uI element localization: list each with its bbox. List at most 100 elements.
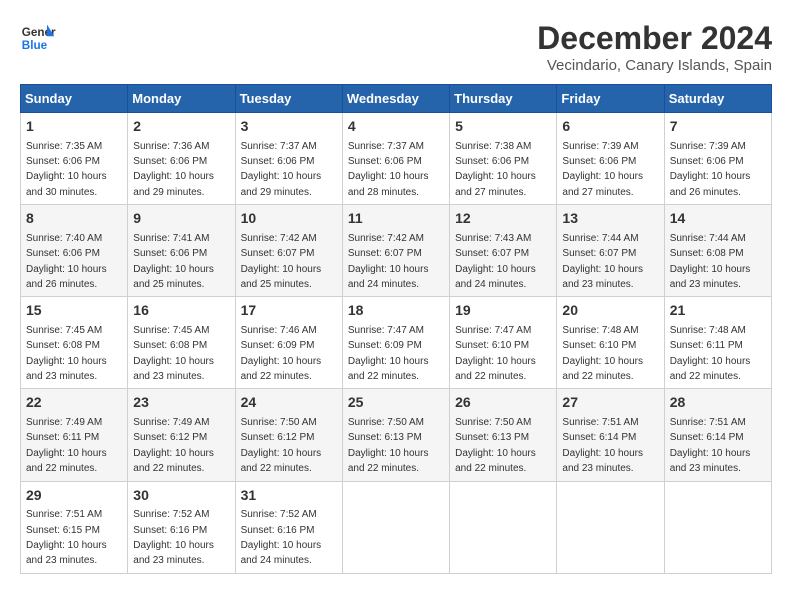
page-header: General Blue December 2024 Vecindario, C… bbox=[20, 20, 772, 74]
day-cell-4: 4Sunrise: 7:37 AMSunset: 6:06 PMDaylight… bbox=[342, 113, 449, 205]
day-number: 8 bbox=[26, 209, 122, 229]
calendar-week-4: 22 Sunrise: 7:49 AMSunset: 6:11 PMDayligh… bbox=[21, 389, 772, 481]
day-number: 31 bbox=[241, 486, 337, 506]
day-number: 13 bbox=[562, 209, 658, 229]
day-number: 28 bbox=[670, 393, 766, 413]
day-info: Sunrise: 7:49 AMSunset: 6:12 PMDaylight:… bbox=[133, 417, 214, 474]
day-number: 6 bbox=[562, 117, 658, 137]
title-area: December 2024 Vecindario, Canary Islands… bbox=[537, 20, 772, 74]
day-info: Sunrise: 7:45 AMSunset: 6:08 PMDaylight:… bbox=[26, 325, 107, 382]
day-info: Sunrise: 7:48 AMSunset: 6:10 PMDaylight:… bbox=[562, 325, 643, 382]
day-info: Sunrise: 7:47 AMSunset: 6:09 PMDaylight:… bbox=[348, 325, 429, 382]
day-cell-10: 10 Sunrise: 7:42 AMSunset: 6:07 PMDayligh… bbox=[235, 205, 342, 297]
day-cell-14: 14 Sunrise: 7:44 AMSunset: 6:08 PMDayligh… bbox=[664, 205, 771, 297]
col-tuesday: Tuesday bbox=[235, 85, 342, 113]
svg-text:Blue: Blue bbox=[22, 39, 48, 52]
day-number: 9 bbox=[133, 209, 229, 229]
day-cell-7: 7Sunrise: 7:39 AMSunset: 6:06 PMDaylight… bbox=[664, 113, 771, 205]
logo-icon: General Blue bbox=[20, 20, 56, 56]
day-number: 19 bbox=[455, 301, 551, 321]
day-cell-5: 5Sunrise: 7:38 AMSunset: 6:06 PMDaylight… bbox=[450, 113, 557, 205]
day-cell-30: 30 Sunrise: 7:52 AMSunset: 6:16 PMDayligh… bbox=[128, 481, 235, 573]
col-wednesday: Wednesday bbox=[342, 85, 449, 113]
day-number: 3 bbox=[241, 117, 337, 137]
day-info: Sunrise: 7:39 AMSunset: 6:06 PMDaylight:… bbox=[670, 141, 751, 198]
day-number: 4 bbox=[348, 117, 444, 137]
day-cell-3: 3Sunrise: 7:37 AMSunset: 6:06 PMDaylight… bbox=[235, 113, 342, 205]
day-number: 25 bbox=[348, 393, 444, 413]
day-cell-20: 20 Sunrise: 7:48 AMSunset: 6:10 PMDayligh… bbox=[557, 297, 664, 389]
day-cell-21: 21 Sunrise: 7:48 AMSunset: 6:11 PMDayligh… bbox=[664, 297, 771, 389]
day-info: Sunrise: 7:36 AMSunset: 6:06 PMDaylight:… bbox=[133, 141, 214, 198]
day-cell-27: 27Sunrise: 7:51 AMSunset: 6:14 PMDayligh… bbox=[557, 389, 664, 481]
day-info: Sunrise: 7:42 AMSunset: 6:07 PMDaylight:… bbox=[241, 233, 322, 290]
month-title: December 2024 bbox=[537, 20, 772, 57]
day-cell-29: 29 Sunrise: 7:51 AMSunset: 6:15 PMDayligh… bbox=[21, 481, 128, 573]
calendar-header-row: Sunday Monday Tuesday Wednesday Thursday… bbox=[21, 85, 772, 113]
day-info: Sunrise: 7:50 AMSunset: 6:13 PMDaylight:… bbox=[348, 417, 429, 474]
day-info: Sunrise: 7:52 AMSunset: 6:16 PMDaylight:… bbox=[133, 509, 214, 566]
day-number: 30 bbox=[133, 486, 229, 506]
day-cell-31: 31 Sunrise: 7:52 AMSunset: 6:16 PMDayligh… bbox=[235, 481, 342, 573]
empty-cell bbox=[450, 481, 557, 573]
day-number: 12 bbox=[455, 209, 551, 229]
day-number: 15 bbox=[26, 301, 122, 321]
calendar-week-5: 29 Sunrise: 7:51 AMSunset: 6:15 PMDayligh… bbox=[21, 481, 772, 573]
day-number: 18 bbox=[348, 301, 444, 321]
day-number: 26 bbox=[455, 393, 551, 413]
day-cell-28: 28 Sunrise: 7:51 AMSunset: 6:14 PMDayligh… bbox=[664, 389, 771, 481]
day-info: Sunrise: 7:42 AMSunset: 6:07 PMDaylight:… bbox=[348, 233, 429, 290]
day-info: Sunrise: 7:35 AMSunset: 6:06 PMDaylight:… bbox=[26, 141, 107, 198]
day-cell-17: 17Sunrise: 7:46 AMSunset: 6:09 PMDayligh… bbox=[235, 297, 342, 389]
day-number: 14 bbox=[670, 209, 766, 229]
day-cell-23: 23 Sunrise: 7:49 AMSunset: 6:12 PMDayligh… bbox=[128, 389, 235, 481]
day-number: 23 bbox=[133, 393, 229, 413]
day-cell-2: 2Sunrise: 7:36 AMSunset: 6:06 PMDaylight… bbox=[128, 113, 235, 205]
day-info: Sunrise: 7:44 AMSunset: 6:08 PMDaylight:… bbox=[670, 233, 751, 290]
calendar-table: Sunday Monday Tuesday Wednesday Thursday… bbox=[20, 84, 772, 574]
day-info: Sunrise: 7:50 AMSunset: 6:13 PMDaylight:… bbox=[455, 417, 536, 474]
day-number: 10 bbox=[241, 209, 337, 229]
day-cell-15: 15 Sunrise: 7:45 AMSunset: 6:08 PMDayligh… bbox=[21, 297, 128, 389]
day-info: Sunrise: 7:52 AMSunset: 6:16 PMDaylight:… bbox=[241, 509, 322, 566]
day-cell-22: 22 Sunrise: 7:49 AMSunset: 6:11 PMDayligh… bbox=[21, 389, 128, 481]
day-cell-26: 26 Sunrise: 7:50 AMSunset: 6:13 PMDayligh… bbox=[450, 389, 557, 481]
day-info: Sunrise: 7:43 AMSunset: 6:07 PMDaylight:… bbox=[455, 233, 536, 290]
day-number: 20 bbox=[562, 301, 658, 321]
calendar-week-2: 8Sunrise: 7:40 AMSunset: 6:06 PMDaylight… bbox=[21, 205, 772, 297]
day-info: Sunrise: 7:48 AMSunset: 6:11 PMDaylight:… bbox=[670, 325, 751, 382]
day-number: 24 bbox=[241, 393, 337, 413]
logo: General Blue bbox=[20, 20, 56, 56]
day-cell-18: 18 Sunrise: 7:47 AMSunset: 6:09 PMDayligh… bbox=[342, 297, 449, 389]
day-cell-8: 8Sunrise: 7:40 AMSunset: 6:06 PMDaylight… bbox=[21, 205, 128, 297]
day-cell-16: 16Sunrise: 7:45 AMSunset: 6:08 PMDayligh… bbox=[128, 297, 235, 389]
calendar-week-3: 15 Sunrise: 7:45 AMSunset: 6:08 PMDayligh… bbox=[21, 297, 772, 389]
day-cell-1: 1 Sunrise: 7:35 AMSunset: 6:06 PMDaylight… bbox=[21, 113, 128, 205]
calendar-week-1: 1 Sunrise: 7:35 AMSunset: 6:06 PMDaylight… bbox=[21, 113, 772, 205]
day-number: 5 bbox=[455, 117, 551, 137]
day-cell-12: 12 Sunrise: 7:43 AMSunset: 6:07 PMDayligh… bbox=[450, 205, 557, 297]
day-number: 22 bbox=[26, 393, 122, 413]
day-info: Sunrise: 7:51 AMSunset: 6:14 PMDaylight:… bbox=[562, 417, 643, 474]
empty-cell bbox=[342, 481, 449, 573]
col-friday: Friday bbox=[557, 85, 664, 113]
empty-cell bbox=[557, 481, 664, 573]
col-sunday: Sunday bbox=[21, 85, 128, 113]
day-info: Sunrise: 7:51 AMSunset: 6:14 PMDaylight:… bbox=[670, 417, 751, 474]
day-number: 1 bbox=[26, 117, 122, 137]
day-info: Sunrise: 7:47 AMSunset: 6:10 PMDaylight:… bbox=[455, 325, 536, 382]
day-cell-25: 25 Sunrise: 7:50 AMSunset: 6:13 PMDayligh… bbox=[342, 389, 449, 481]
col-monday: Monday bbox=[128, 85, 235, 113]
day-number: 29 bbox=[26, 486, 122, 506]
day-info: Sunrise: 7:39 AMSunset: 6:06 PMDaylight:… bbox=[562, 141, 643, 198]
day-cell-6: 6 Sunrise: 7:39 AMSunset: 6:06 PMDaylight… bbox=[557, 113, 664, 205]
day-info: Sunrise: 7:49 AMSunset: 6:11 PMDaylight:… bbox=[26, 417, 107, 474]
day-info: Sunrise: 7:51 AMSunset: 6:15 PMDaylight:… bbox=[26, 509, 107, 566]
location-subtitle: Vecindario, Canary Islands, Spain bbox=[537, 57, 772, 74]
day-info: Sunrise: 7:44 AMSunset: 6:07 PMDaylight:… bbox=[562, 233, 643, 290]
day-number: 16 bbox=[133, 301, 229, 321]
day-number: 21 bbox=[670, 301, 766, 321]
col-thursday: Thursday bbox=[450, 85, 557, 113]
day-info: Sunrise: 7:50 AMSunset: 6:12 PMDaylight:… bbox=[241, 417, 322, 474]
empty-cell bbox=[664, 481, 771, 573]
